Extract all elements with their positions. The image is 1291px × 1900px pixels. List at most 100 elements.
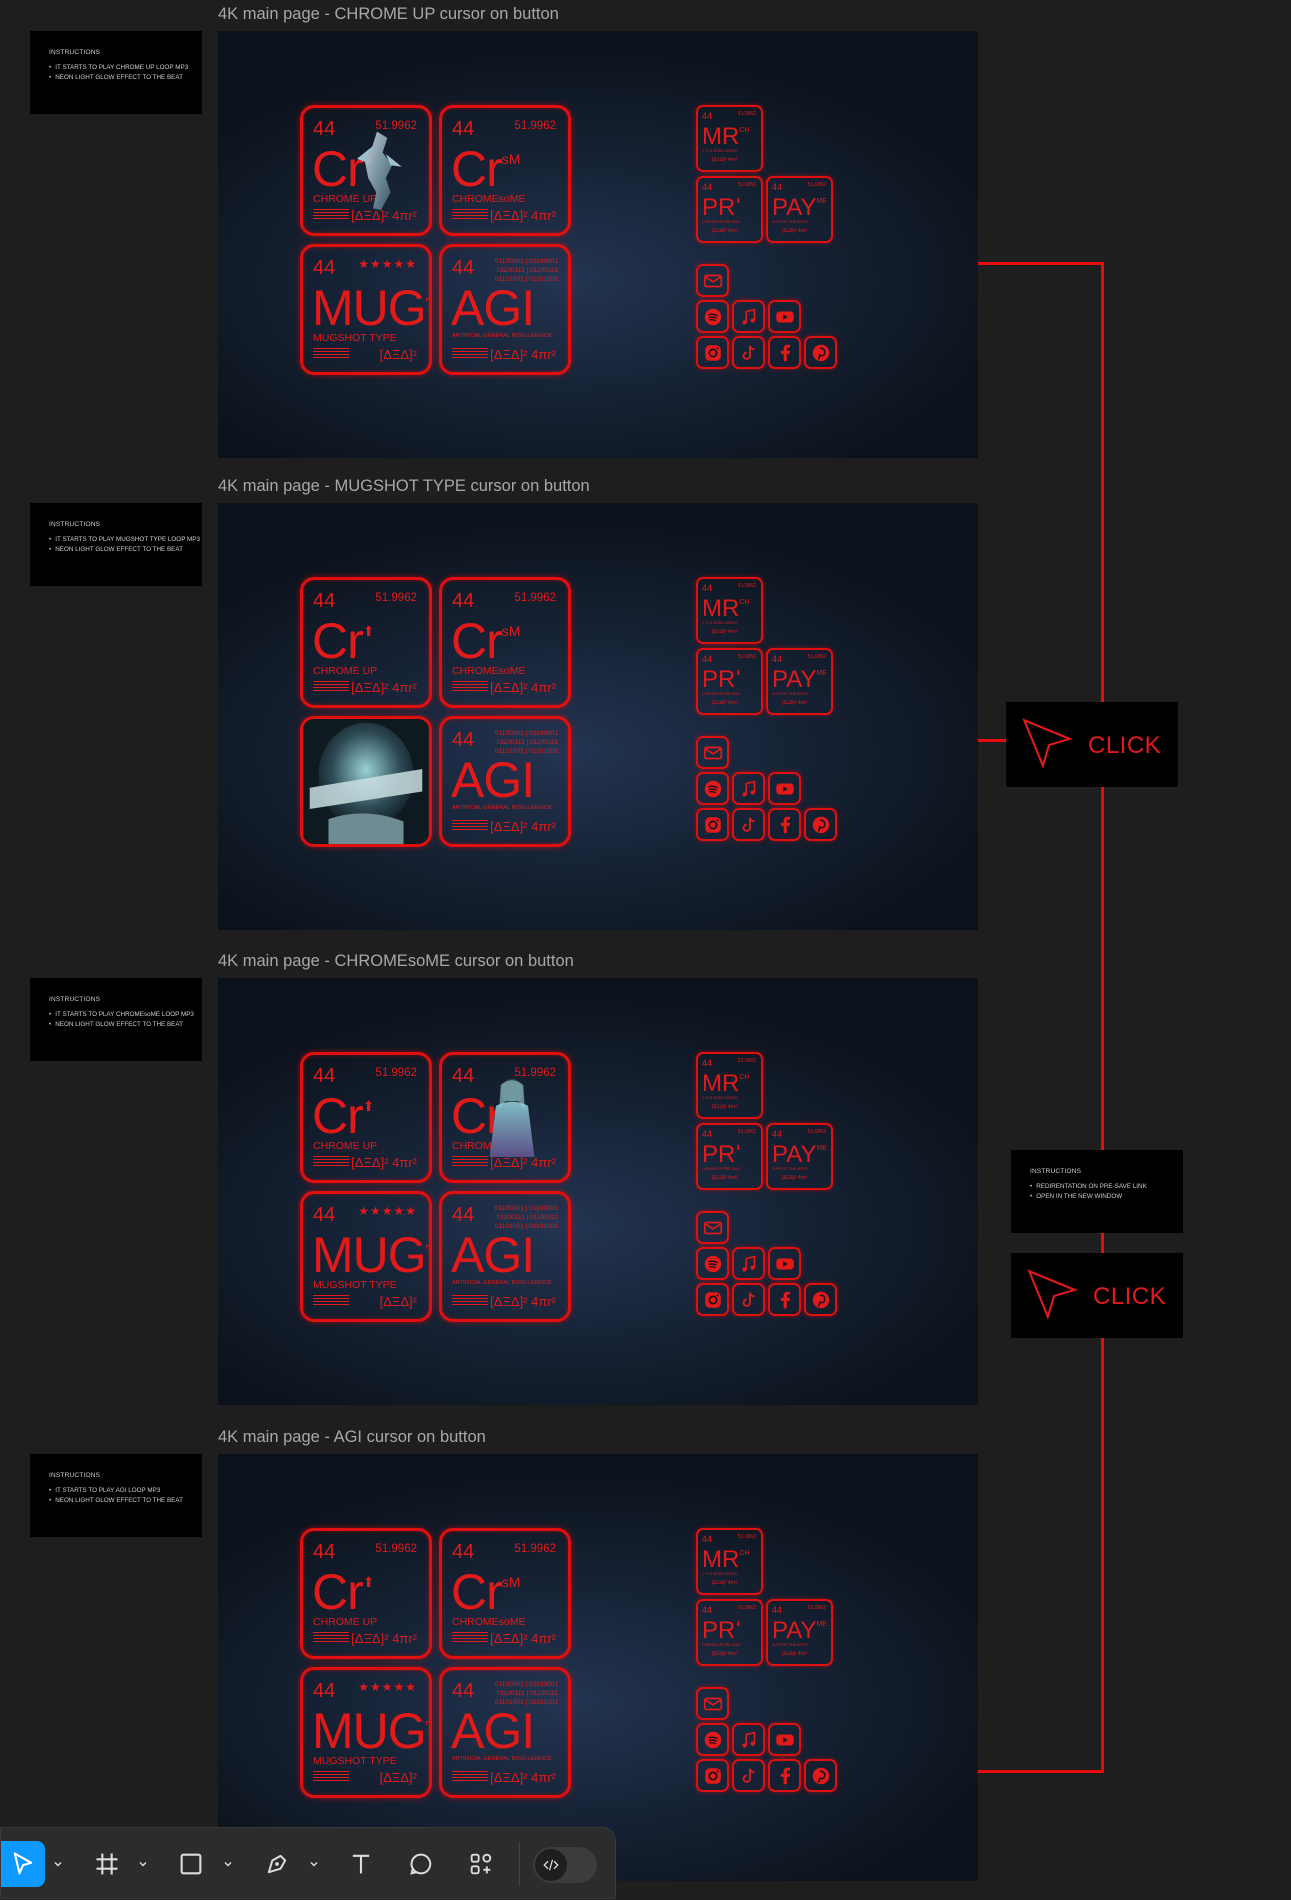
presave-button[interactable]: 44 51.9962 PR⬇ CHROME UP PRE-SAVE [ΔΞΔ]² 4πr… (696, 176, 763, 243)
mugshot-type-button[interactable]: 44★★★★★MUG⌐MUGSHOT TYPE[ΔΞΔ]² (300, 716, 432, 847)
dev-mode-toggle[interactable] (533, 1847, 597, 1883)
move-tool-button[interactable] (1, 1841, 45, 1887)
instagram-button[interactable] (696, 808, 729, 841)
youtube-icon (775, 783, 794, 794)
youtube-button[interactable] (768, 772, 801, 805)
atomic-mass: 51.9962 (807, 1129, 826, 1135)
pinterest-button[interactable] (804, 808, 837, 841)
facebook-button[interactable] (768, 336, 801, 369)
pinterest-button[interactable] (804, 1759, 837, 1792)
presave-button[interactable]: 44 51.9962 PR⬇ CHROME UP PRE-SAVE [ΔΞΔ]² 4πr… (696, 1123, 763, 1190)
pinterest-button[interactable] (804, 336, 837, 369)
youtube-button[interactable] (768, 300, 801, 333)
symbol-text: PAY (772, 666, 817, 693)
mugshot-type-button[interactable]: 44★★★★★MUG⌐MUGSHOT TYPE[ΔΞΔ]² (300, 1667, 432, 1798)
tiktok-button[interactable] (732, 1283, 765, 1316)
apple-music-button[interactable] (732, 772, 765, 805)
youtube-button[interactable] (768, 1247, 801, 1280)
shape-tool-button[interactable] (173, 1846, 209, 1882)
chrome-up-button[interactable]: 4451.9962Cr⬆CHROME UP[ΔΞΔ]² 4πr² (300, 1052, 432, 1183)
pen-tool-dropdown[interactable] (307, 1846, 321, 1882)
mail-button[interactable] (696, 1211, 729, 1244)
apple-music-button[interactable] (732, 1247, 765, 1280)
atomic-number: 44 (702, 111, 713, 121)
merch-button[interactable]: 44 51.9962 MRCH 1 TO 8 WONG MERCH [ΔΞΔ]² 4πr… (696, 577, 763, 644)
atomic-mass: 51.9962 (375, 592, 417, 604)
facebook-button[interactable] (768, 808, 801, 841)
element-name: 1 TO 8 WONG MERCH (702, 1096, 738, 1100)
spotify-button[interactable] (696, 300, 729, 333)
tiktok-button[interactable] (732, 808, 765, 841)
mugshot-type-button[interactable]: 44★★★★★MUG⌐MUGSHOT TYPE[ΔΞΔ]² (300, 1191, 432, 1322)
atomic-number: 44 (702, 182, 713, 192)
text-tool-button[interactable] (343, 1846, 379, 1882)
tiktok-button[interactable] (732, 1759, 765, 1792)
pay-button[interactable]: 44 51.9962 PAYME SUPPORT THE ARTIST [ΔΞΔ]² 4… (766, 1123, 833, 1190)
presave-button[interactable]: 44 51.9962 PR⬇ CHROME UP PRE-SAVE [ΔΞΔ]² 4πr… (696, 1599, 763, 1666)
move-tool-dropdown[interactable] (51, 1846, 65, 1882)
element-symbol: Cr⬆ (312, 1091, 375, 1141)
instructions-note: INSTRUCTIONS REDIRENTATION ON PRE-SAVE L… (1011, 1150, 1183, 1233)
agi-button[interactable]: 44 01100001 | 01100001 01100111 | 01100111… (439, 1191, 571, 1322)
spotify-button[interactable] (696, 1723, 729, 1756)
facebook-button[interactable] (768, 1283, 801, 1316)
merch-button[interactable]: 44 51.9962 MRCH 1 TO 8 WONG MERCH [ΔΞΔ]² 4πr… (696, 105, 763, 172)
decor-lines (452, 1771, 488, 1783)
symbol-text: MR (702, 123, 740, 150)
pay-button[interactable]: 44 51.9962 PAYME SUPPORT THE ARTIST [ΔΞΔ]² 4… (766, 648, 833, 715)
chromesome-button[interactable]: 4451.9962CrsMCHROMEsoME[ΔΞΔ]² 4πr² (439, 1528, 571, 1659)
youtube-icon (775, 311, 794, 322)
binary-line: 01100111 | 01100111 (496, 267, 558, 274)
note-line: IT STARTS TO PLAY AGI LOOP MP3 (49, 1486, 202, 1496)
merch-button[interactable]: 44 51.9962 MRCH 1 TO 8 WONG MERCH [ΔΞΔ]² 4πr… (696, 1052, 763, 1119)
element-symbol: MRCH (702, 125, 749, 149)
instagram-button[interactable] (696, 1283, 729, 1316)
symbol-superscript: ⬆ (362, 623, 375, 639)
youtube-icon (775, 1734, 794, 1745)
symbol-text: PAY (772, 194, 817, 221)
agi-button[interactable]: 44 01100001 | 01100001 01100111 | 01100111… (439, 244, 571, 375)
chrome-up-button[interactable]: 4451.9962Cr⬆CHROME UP[ΔΞΔ]² 4πr² (300, 577, 432, 708)
mail-button[interactable] (696, 1687, 729, 1720)
decor-lines (452, 1632, 488, 1644)
chromesome-button[interactable]: 4451.9962CrsMCHROMEsoME[ΔΞΔ]² 4πr² (439, 577, 571, 708)
frame-tool-button[interactable] (89, 1846, 125, 1882)
chromesome-button[interactable]: 4451.9962CrsMCHROMEsoME[ΔΞΔ]² 4πr² (439, 1052, 571, 1183)
click-indicator: CLICK (1006, 702, 1178, 787)
atomic-number: 44 (772, 1129, 783, 1139)
mugshot-type-button[interactable]: 44★★★★★MUG⌐MUGSHOT TYPE[ΔΞΔ]² (300, 244, 432, 375)
presave-button[interactable]: 44 51.9962 PR⬇ CHROME UP PRE-SAVE [ΔΞΔ]² 4πr… (696, 648, 763, 715)
spotify-button[interactable] (696, 1247, 729, 1280)
shape-tool-dropdown[interactable] (221, 1846, 235, 1882)
agi-button[interactable]: 44 01100001 | 01100001 01100111 | 01100111… (439, 1667, 571, 1798)
apple-music-button[interactable] (732, 1723, 765, 1756)
chrome-up-button[interactable]: 4451.9962Cr⬆CHROME UP[ΔΞΔ]² 4πr² (300, 1528, 432, 1659)
pen-tool-button[interactable] (259, 1846, 295, 1882)
note-heading: INSTRUCTIONS (49, 521, 101, 528)
mail-button[interactable] (696, 264, 729, 297)
frame-tool-dropdown[interactable] (136, 1846, 150, 1882)
note-line: IT STARTS TO PLAY MUGSHOT TYPE LOOP MP3 (49, 535, 202, 545)
symbol-text: PAY (772, 1141, 817, 1168)
chrome-up-button[interactable]: 4451.9962Cr⬆CHROME UP[ΔΞΔ]² 4πr² (300, 105, 432, 236)
spotify-button[interactable] (696, 772, 729, 805)
chromesome-button[interactable]: 4451.9962CrsMCHROMEsoME[ΔΞΔ]² 4πr² (439, 105, 571, 236)
pay-button[interactable]: 44 51.9962 PAYME SUPPORT THE ARTIST [ΔΞΔ]² 4… (766, 176, 833, 243)
element-symbol: PR⬇ (702, 196, 741, 220)
agi-button[interactable]: 44 01100001 | 01100001 01100111 | 01100111… (439, 716, 571, 847)
merch-button[interactable]: 44 51.9962 MRCH 1 TO 8 WONG MERCH [ΔΞΔ]² 4πr… (696, 1528, 763, 1595)
instagram-button[interactable] (696, 336, 729, 369)
youtube-button[interactable] (768, 1723, 801, 1756)
instagram-button[interactable] (696, 1759, 729, 1792)
pay-button[interactable]: 44 51.9962 PAYME SUPPORT THE ARTIST [ΔΞΔ]² 4… (766, 1599, 833, 1666)
apple-music-button[interactable] (732, 300, 765, 333)
tiktok-button[interactable] (732, 336, 765, 369)
facebook-button[interactable] (768, 1759, 801, 1792)
comment-tool-button[interactable] (403, 1846, 439, 1882)
mail-button[interactable] (696, 736, 729, 769)
atomic-number: 44 (702, 654, 713, 664)
pinterest-button[interactable] (804, 1283, 837, 1316)
element-name: CHROMEsoME (452, 1616, 526, 1628)
actions-tool-button[interactable] (463, 1846, 499, 1882)
page-frame: 4451.9962Cr⬆CHROME UP[ΔΞΔ]² 4πr²4451.996… (218, 503, 978, 930)
